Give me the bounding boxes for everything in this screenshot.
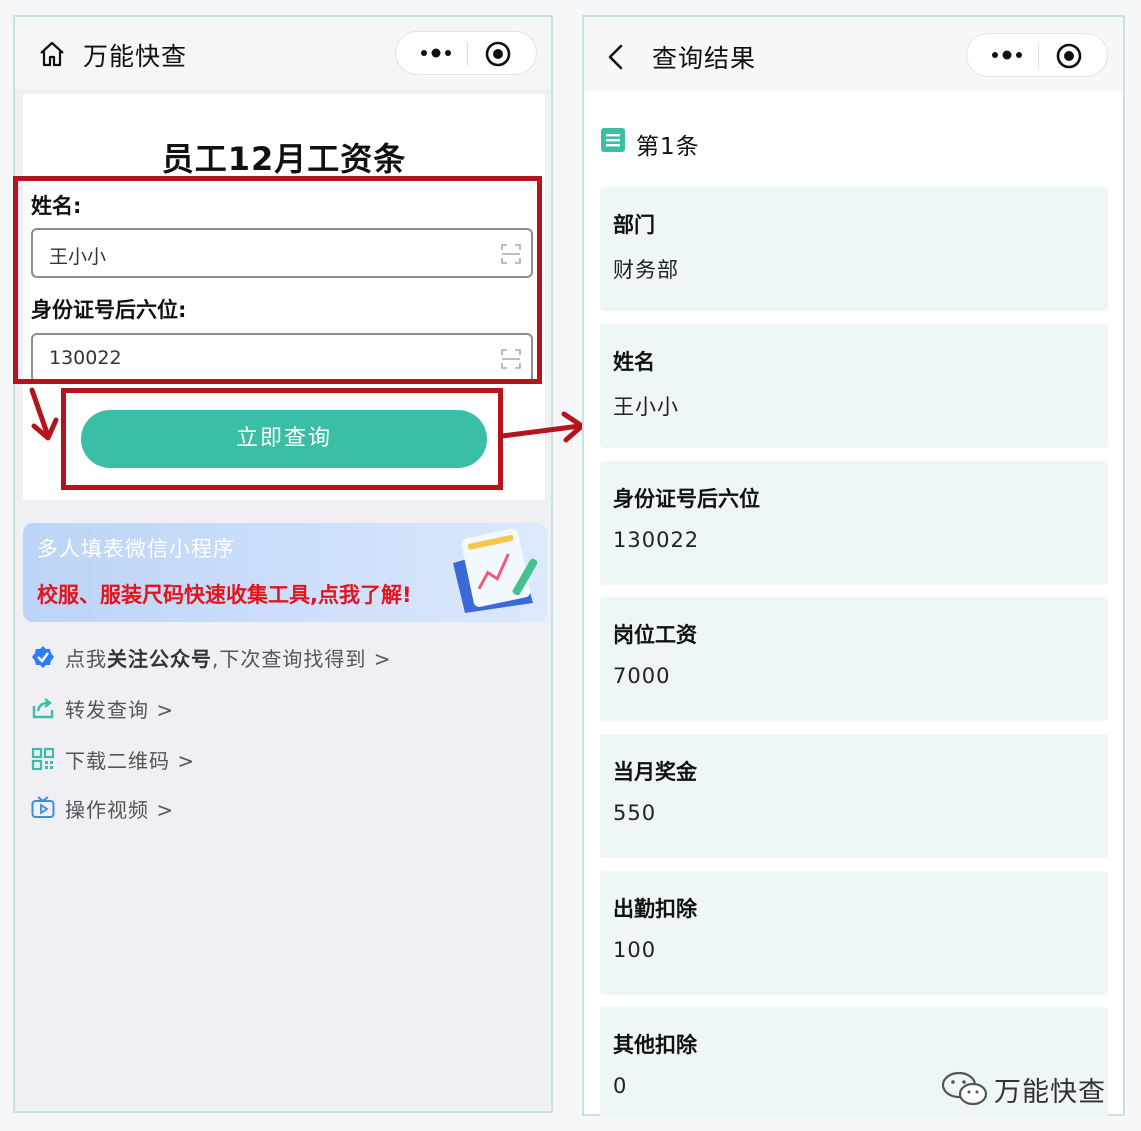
watermark-text: 万能快查 xyxy=(994,1077,1106,1108)
target-icon[interactable] xyxy=(484,40,512,68)
right-arrow-icon xyxy=(500,411,585,443)
banner-title: 多人填表微信小程序 xyxy=(37,537,235,561)
menu-capsule xyxy=(966,33,1108,77)
field-key: 出勤扣除 xyxy=(613,897,697,921)
share-link-text: 转发查询 > xyxy=(65,698,175,722)
more-icon[interactable] xyxy=(981,43,1033,67)
follow-link-text: 点我关注公众号,下次查询找得到 > xyxy=(65,647,392,671)
back-icon[interactable] xyxy=(606,43,626,71)
nav-bar: 查询结果 xyxy=(584,17,1123,91)
qrcode-icon xyxy=(31,747,55,771)
verified-icon xyxy=(32,646,54,668)
button-highlight-box xyxy=(61,388,503,490)
video-link-text: 操作视频 > xyxy=(65,798,175,822)
video-icon xyxy=(31,796,55,818)
result-page: 查询结果 第1条 部门 财务部 姓名 王小小 身份证号后六位 130022 岗位… xyxy=(582,15,1125,1118)
field-value: 王小小 xyxy=(613,395,679,419)
result-field-card: 身份证号后六位 130022 xyxy=(600,461,1108,585)
field-key: 其他扣除 xyxy=(613,1033,697,1057)
field-key: 当月奖金 xyxy=(613,760,697,784)
field-key: 部门 xyxy=(613,213,655,237)
target-icon[interactable] xyxy=(1055,42,1083,70)
page-title: 查询结果 xyxy=(652,44,757,73)
promo-banner[interactable]: 多人填表微信小程序 校服、服装尺码快速收集工具,点我了解! xyxy=(23,523,547,622)
wechat-icon xyxy=(941,1071,988,1106)
result-field-card: 姓名 王小小 xyxy=(600,324,1108,448)
field-value: 130022 xyxy=(613,528,700,552)
result-field-card: 部门 财务部 xyxy=(600,187,1108,311)
field-value: 100 xyxy=(613,938,657,962)
form-title: 员工12月工资条 xyxy=(161,140,407,178)
watermark: 万能快查 xyxy=(936,1064,1116,1110)
app-title: 万能快查 xyxy=(83,42,188,71)
list-icon xyxy=(601,128,625,152)
field-value: 550 xyxy=(613,801,657,825)
menu-capsule xyxy=(395,31,537,75)
result-field-card: 当月奖金 550 xyxy=(600,734,1108,858)
record-index-label: 第1条 xyxy=(636,134,700,160)
field-key: 姓名 xyxy=(613,350,655,374)
clipboard-chart-icon xyxy=(453,528,538,613)
input-highlight-box xyxy=(13,176,542,384)
field-key: 身份证号后六位 xyxy=(613,487,760,511)
capsule-divider xyxy=(1038,44,1039,68)
down-arrow-icon xyxy=(29,387,59,441)
field-value: 财务部 xyxy=(613,258,679,282)
capsule-divider xyxy=(467,42,468,66)
qrcode-link-text: 下载二维码 > xyxy=(65,749,196,773)
home-icon[interactable] xyxy=(37,39,67,69)
field-value: 0 xyxy=(613,1074,628,1098)
nav-bar: 万能快查 xyxy=(15,17,551,89)
result-field-card: 出勤扣除 100 xyxy=(600,871,1108,995)
result-field-card: 岗位工资 7000 xyxy=(600,597,1108,721)
share-icon xyxy=(32,698,54,719)
more-icon[interactable] xyxy=(410,41,462,65)
banner-subtitle: 校服、服装尺码快速收集工具,点我了解! xyxy=(37,583,412,607)
field-value: 7000 xyxy=(613,664,671,688)
field-key: 岗位工资 xyxy=(613,623,697,647)
